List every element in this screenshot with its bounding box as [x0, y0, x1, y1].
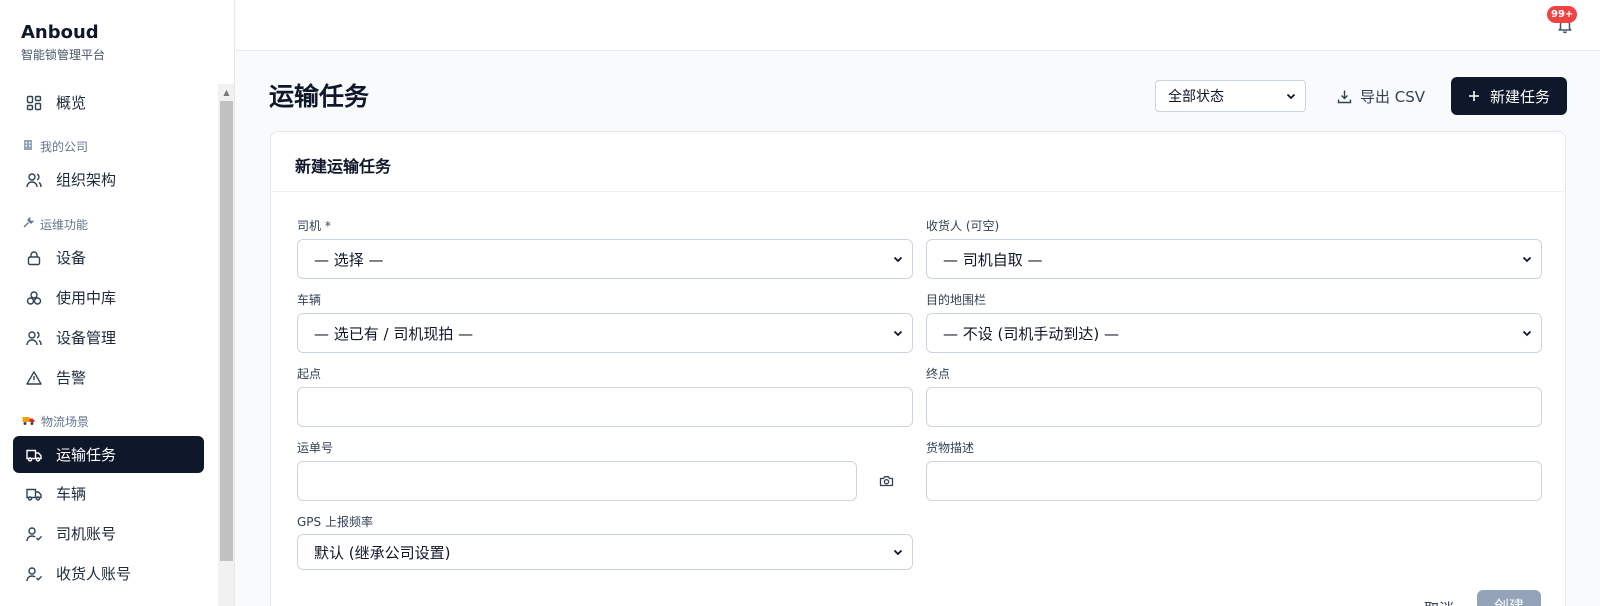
- chevron-down-icon: [1286, 93, 1296, 100]
- cargo-label: 货物描述: [926, 441, 975, 455]
- scrollbar-thumb[interactable]: [220, 101, 233, 561]
- chevron-down-icon: [1522, 256, 1532, 263]
- truck-icon: [26, 447, 42, 463]
- scroll-up-arrow-icon[interactable]: ▲: [218, 84, 234, 101]
- sidebar-item-label: 车辆: [56, 485, 87, 503]
- alert-triangle-icon: [26, 370, 42, 386]
- new-task-form-card: 新建运输任务 司机 * — 选择 — 收货人 (可空) — 司机自取 — 车辆 …: [270, 131, 1566, 606]
- sidebar-item-receivers[interactable]: 收货人账号: [13, 555, 204, 592]
- new-task-label: 新建任务: [1489, 87, 1550, 106]
- page-title: 运输任务: [269, 82, 370, 111]
- notification-badge: 99+: [1547, 6, 1578, 23]
- sidebar-item-label: 使用中库: [56, 289, 117, 307]
- status-filter-value: 全部状态: [1168, 89, 1224, 105]
- sidebar: Anboud 智能锁管理平台 概览 我的公司 组织架构 运维功能 设备 使用中库…: [0, 0, 235, 606]
- chevron-down-icon: [893, 256, 903, 263]
- boxes-icon: [26, 290, 42, 306]
- destination-input[interactable]: [926, 387, 1542, 427]
- waybill-input[interactable]: [297, 461, 857, 501]
- card-divider: [271, 191, 1565, 192]
- receiver-label: 收货人 (可空): [926, 219, 1000, 233]
- sidebar-item-label: 组织架构: [56, 171, 117, 189]
- sidebar-item-transport[interactable]: 运输任务: [13, 436, 204, 473]
- origin-input[interactable]: [297, 387, 913, 427]
- form-title: 新建运输任务: [295, 157, 392, 176]
- grid-icon: [26, 95, 42, 111]
- sidebar-item-label: 运输任务: [56, 446, 117, 464]
- plus-icon: [1468, 91, 1479, 101]
- create-button[interactable]: 创建: [1477, 590, 1541, 606]
- vehicle-select-value: — 选已有 / 司机现拍 —: [314, 324, 474, 343]
- origin-label: 起点: [297, 367, 322, 381]
- chevron-down-icon: [893, 330, 903, 337]
- chevron-down-icon: [893, 549, 903, 556]
- users-icon: [26, 172, 42, 188]
- export-csv-label: 导出 CSV: [1360, 87, 1426, 106]
- users-icon: [26, 330, 42, 346]
- nav-group-label: 运维功能: [40, 218, 89, 232]
- camera-icon[interactable]: [877, 472, 895, 490]
- new-task-button[interactable]: 新建任务: [1451, 77, 1567, 115]
- vehicle-select[interactable]: — 选已有 / 司机现拍 —: [297, 313, 913, 353]
- nav-group-label: 物流场景: [41, 415, 90, 429]
- topbar: 99+: [236, 0, 1600, 51]
- sidebar-item-label: 设备: [56, 249, 87, 267]
- nav-group-label: 我的公司: [40, 140, 89, 154]
- nav-group-ops: 运维功能: [22, 216, 88, 233]
- geofence-select-value: — 不设 (司机手动到达) —: [943, 324, 1120, 343]
- chevron-down-icon: [1522, 330, 1532, 337]
- brand-subtitle: 智能锁管理平台: [21, 48, 106, 62]
- brand-title: Anboud: [21, 22, 99, 43]
- sidebar-item-label: 概览: [56, 94, 87, 112]
- driver-select-value: — 选择 —: [314, 250, 384, 269]
- gps-frequency-label: GPS 上报频率: [297, 515, 373, 529]
- truck-emoji-icon: [22, 414, 35, 429]
- truck-icon: [26, 486, 42, 502]
- sidebar-item-warehouse[interactable]: 使用中库: [13, 279, 204, 316]
- gps-frequency-select[interactable]: 默认 (继承公司设置): [297, 534, 913, 570]
- geofence-label: 目的地围栏: [926, 293, 987, 307]
- wrench-icon: [22, 216, 35, 232]
- receiver-select-value: — 司机自取 —: [943, 250, 1043, 269]
- user-check-icon: [26, 566, 42, 582]
- brand: Anboud 智能锁管理平台: [21, 22, 105, 63]
- lock-icon: [26, 250, 42, 266]
- sidebar-item-vehicles[interactable]: 车辆: [13, 475, 204, 512]
- waybill-label: 运单号: [297, 441, 334, 455]
- building-icon: [22, 139, 34, 154]
- sidebar-item-label: 司机账号: [56, 525, 117, 543]
- export-csv-button[interactable]: 导出 CSV: [1333, 80, 1429, 112]
- cargo-input[interactable]: [926, 461, 1542, 501]
- sidebar-scrollbar[interactable]: ▲: [218, 84, 234, 606]
- geofence-select[interactable]: — 不设 (司机手动到达) —: [926, 313, 1542, 353]
- vehicle-label: 车辆: [297, 293, 322, 307]
- sidebar-item-label: 设备管理: [56, 329, 117, 347]
- nav-group-logistics: 物流场景: [22, 413, 89, 430]
- sidebar-item-org[interactable]: 组织架构: [13, 161, 204, 198]
- sidebar-item-devices[interactable]: 设备: [13, 239, 204, 276]
- sidebar-item-device-mgmt[interactable]: 设备管理: [13, 319, 204, 356]
- sidebar-item-drivers[interactable]: 司机账号: [13, 515, 204, 552]
- destination-label: 终点: [926, 367, 951, 381]
- sidebar-item-alarm[interactable]: 告警: [13, 359, 204, 396]
- cancel-button[interactable]: 取消: [1424, 598, 1454, 606]
- sidebar-item-label: 告警: [56, 369, 87, 387]
- sidebar-item-label: 收货人账号: [56, 565, 132, 583]
- download-icon: [1337, 90, 1352, 103]
- sidebar-item-overview[interactable]: 概览: [13, 84, 204, 121]
- nav-group-company: 我的公司: [22, 138, 88, 155]
- receiver-select[interactable]: — 司机自取 —: [926, 239, 1542, 279]
- driver-label: 司机 *: [297, 219, 331, 233]
- status-filter-select[interactable]: 全部状态: [1155, 80, 1306, 112]
- driver-select[interactable]: — 选择 —: [297, 239, 913, 279]
- user-check-icon: [26, 526, 42, 542]
- gps-frequency-value: 默认 (继承公司设置): [314, 543, 451, 562]
